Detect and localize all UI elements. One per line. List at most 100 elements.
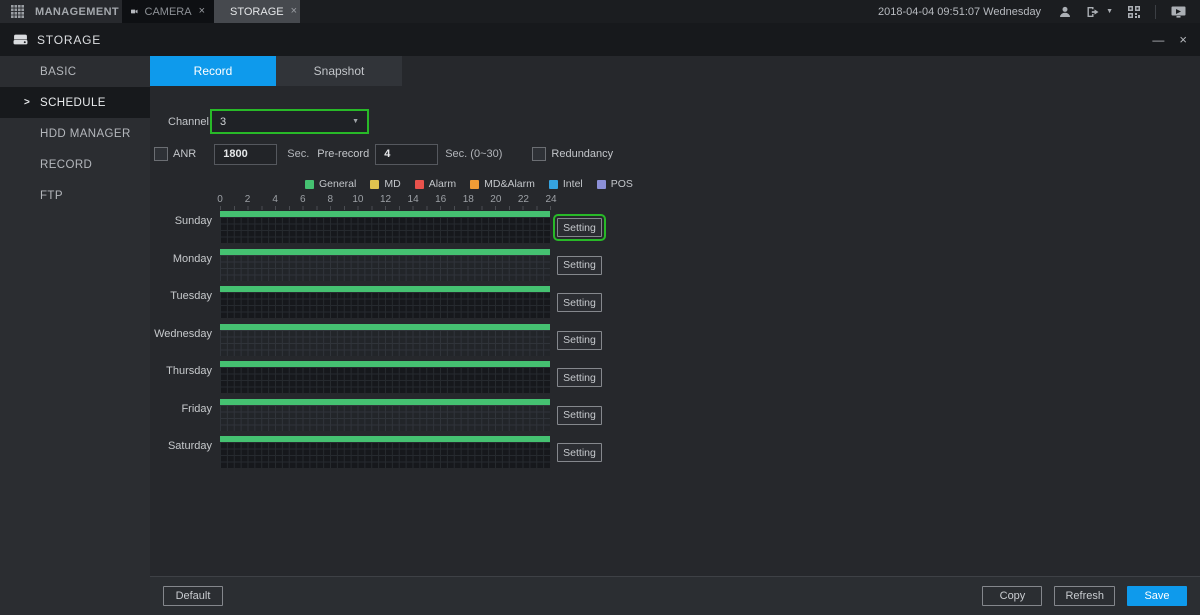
sidebar-item-label: SCHEDULE bbox=[40, 97, 106, 109]
refresh-button[interactable]: Refresh bbox=[1054, 586, 1115, 606]
hour-tick-label: 10 bbox=[352, 194, 363, 205]
qr-code-icon[interactable] bbox=[1128, 6, 1140, 18]
record-options-row: ANR Sec. Pre-record Sec. (0~30) Redundan… bbox=[154, 143, 613, 165]
sidebar-item-basic[interactable]: BASIC bbox=[0, 56, 150, 87]
setting-button-thursday[interactable]: Setting bbox=[557, 368, 602, 387]
day-schedule-grid[interactable] bbox=[220, 442, 550, 468]
channel-select[interactable]: 3 ▼ bbox=[210, 109, 369, 134]
management-label: MANAGEMENT bbox=[35, 6, 119, 18]
camera-tab-close-icon[interactable]: × bbox=[199, 6, 205, 17]
sidebar-item-record[interactable]: RECORD bbox=[0, 149, 150, 180]
legend-label: General bbox=[319, 178, 356, 190]
setting-button-friday[interactable]: Setting bbox=[557, 406, 602, 425]
day-schedule-grid[interactable] bbox=[220, 255, 550, 281]
setting-button-wednesday[interactable]: Setting bbox=[557, 331, 602, 350]
minimize-icon[interactable]: — bbox=[1152, 33, 1164, 47]
day-timeline-track[interactable] bbox=[220, 361, 550, 393]
day-timeline-track[interactable] bbox=[220, 399, 550, 431]
top-bar-icons: ▼ bbox=[1059, 0, 1200, 23]
camera-tab-label: CAMERA bbox=[145, 6, 192, 18]
day-label: Thursday bbox=[150, 361, 220, 393]
sidebar-item-hdd-manager[interactable]: HDD MANAGER bbox=[0, 118, 150, 149]
logout-icon[interactable] bbox=[1086, 6, 1100, 18]
schedule-row-thursday: Thursday Setting bbox=[150, 361, 602, 393]
anr-label: ANR bbox=[173, 148, 196, 160]
day-timeline-track[interactable] bbox=[220, 249, 550, 281]
setting-button-monday[interactable]: Setting bbox=[557, 256, 602, 275]
sidebar-item-label: RECORD bbox=[40, 159, 92, 171]
day-timeline-track[interactable] bbox=[220, 436, 550, 468]
close-icon[interactable]: × bbox=[1179, 32, 1187, 47]
storage-tab-close-icon[interactable]: × bbox=[291, 6, 297, 17]
hour-tick-label: 4 bbox=[272, 194, 278, 205]
hour-tick-label: 18 bbox=[463, 194, 474, 205]
window-title: STORAGE bbox=[37, 33, 101, 47]
top-tab-storage[interactable]: STORAGE × bbox=[214, 0, 300, 23]
day-schedule-grid[interactable] bbox=[220, 217, 550, 243]
channel-selected-value: 3 bbox=[220, 116, 226, 128]
day-timeline-track[interactable] bbox=[220, 324, 550, 356]
hour-tick-label: 8 bbox=[328, 194, 334, 205]
top-tab-camera[interactable]: CAMERA × bbox=[122, 0, 214, 23]
hour-tick-label: 12 bbox=[380, 194, 391, 205]
legend-color-swatch bbox=[370, 180, 379, 189]
chevron-down-icon: ▼ bbox=[352, 118, 359, 125]
prerecord-label: Pre-record bbox=[317, 148, 369, 160]
sidebar-item-ftp[interactable]: FTP bbox=[0, 180, 150, 211]
schedule-row-saturday: SaturdaySetting bbox=[150, 436, 602, 468]
day-timeline-track[interactable] bbox=[220, 286, 550, 318]
legend-color-swatch bbox=[415, 180, 424, 189]
hour-tick-label: 24 bbox=[545, 194, 556, 205]
copy-button[interactable]: Copy bbox=[982, 586, 1042, 606]
legend-color-swatch bbox=[549, 180, 558, 189]
day-schedule-grid[interactable] bbox=[220, 292, 550, 318]
legend-label: POS bbox=[611, 178, 633, 190]
setting-button-tuesday[interactable]: Setting bbox=[557, 293, 602, 312]
display-output-icon[interactable] bbox=[1171, 6, 1186, 18]
legend-label: MD&Alarm bbox=[484, 178, 535, 190]
legend-label: MD bbox=[384, 178, 400, 190]
day-schedule-grid[interactable] bbox=[220, 330, 550, 356]
day-timeline-track[interactable] bbox=[220, 211, 550, 243]
system-top-bar: MANAGEMENT CAMERA × STORAGE × 2018-04-04… bbox=[0, 0, 1200, 23]
sidebar-item-label: FTP bbox=[40, 190, 63, 202]
legend-item-general: General bbox=[305, 178, 356, 190]
hour-tick-label: 0 bbox=[217, 194, 223, 205]
sidebar-item-label: BASIC bbox=[40, 66, 77, 78]
tab-record[interactable]: Record bbox=[150, 56, 276, 86]
hour-tick-label: 14 bbox=[408, 194, 419, 205]
day-schedule-grid[interactable] bbox=[220, 405, 550, 431]
day-label: Tuesday bbox=[150, 286, 220, 318]
day-schedule-grid[interactable] bbox=[220, 367, 550, 393]
legend-label: Intel bbox=[563, 178, 583, 190]
sidebar-nav: BASIC > SCHEDULE HDD MANAGER RECORD FTP bbox=[0, 56, 150, 615]
hour-tick-label: 6 bbox=[300, 194, 306, 205]
setting-button-saturday[interactable]: Setting bbox=[557, 443, 602, 462]
legend-item-intel: Intel bbox=[549, 178, 583, 190]
storage-disk-icon bbox=[13, 34, 28, 45]
management-menu[interactable]: MANAGEMENT bbox=[0, 0, 122, 23]
window-body: BASIC > SCHEDULE HDD MANAGER RECORD FTP Recor… bbox=[0, 56, 1200, 615]
schedule-form: Channel 3 ▼ ANR Sec. Pre-record Sec. (0~… bbox=[150, 86, 1200, 576]
tab-snapshot[interactable]: Snapshot bbox=[276, 56, 402, 86]
day-label: Sunday bbox=[150, 211, 220, 243]
setting-button-sunday[interactable]: Setting bbox=[557, 218, 602, 237]
anr-seconds-input[interactable] bbox=[214, 144, 277, 165]
user-icon[interactable] bbox=[1059, 6, 1071, 18]
chevron-right-icon: > bbox=[24, 97, 30, 108]
redundancy-checkbox[interactable] bbox=[532, 147, 546, 161]
schedule-days: Sunday Setting Monday Setting Tuesday Setting… bbox=[150, 211, 602, 474]
schedule-row-wednesday: WednesdaySetting bbox=[150, 324, 602, 356]
sidebar-item-schedule[interactable]: > SCHEDULE bbox=[0, 87, 150, 118]
legend-color-swatch bbox=[470, 180, 479, 189]
default-button[interactable]: Default bbox=[163, 586, 223, 606]
day-label: Monday bbox=[150, 249, 220, 281]
channel-label: Channel bbox=[168, 116, 210, 128]
anr-checkbox[interactable] bbox=[154, 147, 168, 161]
main-panel: Record Snapshot Channel 3 ▼ ANR Sec. Pre bbox=[150, 56, 1200, 615]
logout-caret-icon[interactable]: ▼ bbox=[1106, 8, 1113, 15]
prerecord-seconds-input[interactable] bbox=[375, 144, 438, 165]
save-button[interactable]: Save bbox=[1127, 586, 1187, 606]
system-datetime: 2018-04-04 09:51:07 Wednesday bbox=[878, 6, 1041, 18]
legend-color-swatch bbox=[597, 180, 606, 189]
